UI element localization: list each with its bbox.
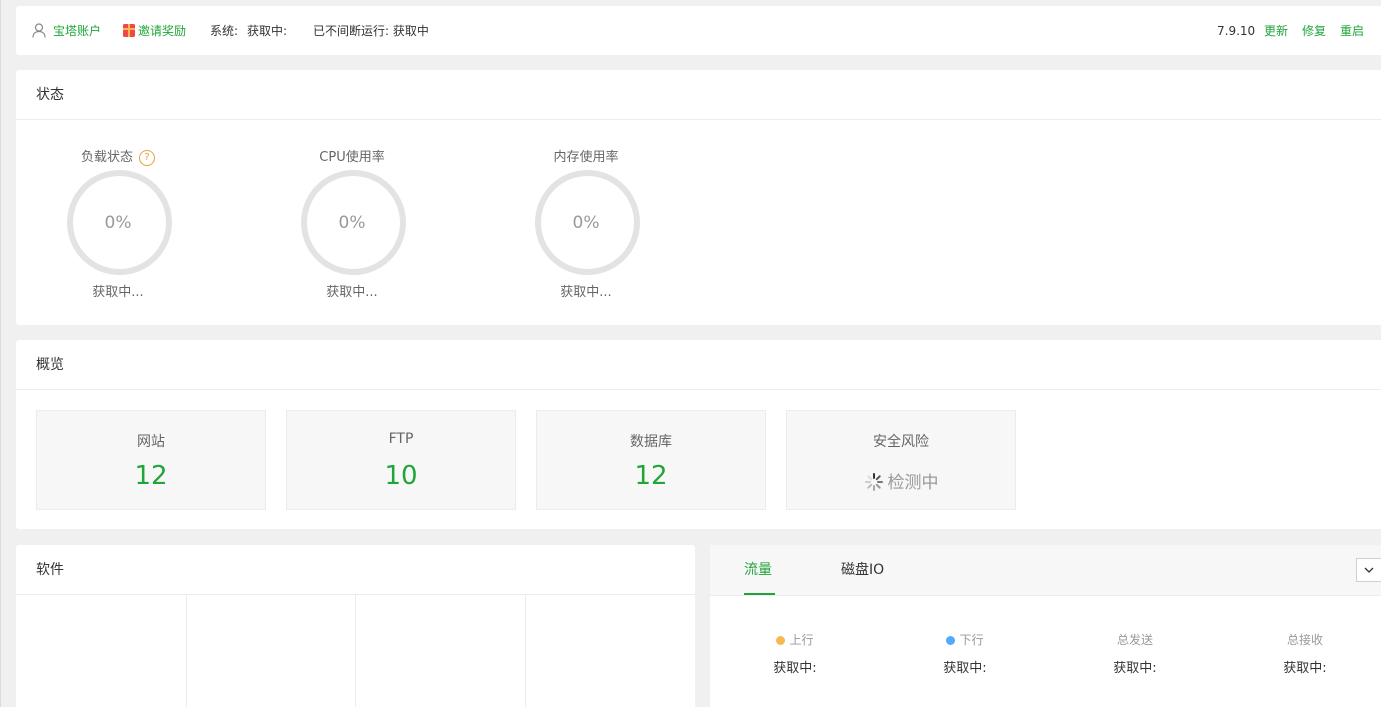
- upload-dot-icon: [776, 636, 786, 645]
- version-number: 7.9.10: [1217, 24, 1256, 38]
- status-panel-title: 状态: [16, 70, 1381, 120]
- security-risk-status-row: 检测中: [787, 468, 1015, 493]
- restart-link[interactable]: 重启: [1340, 6, 1364, 55]
- cpu-gauge-label: CPU使用率: [319, 150, 385, 165]
- system-label: 系统:: [210, 24, 239, 38]
- help-icon[interactable]: ?: [139, 150, 155, 166]
- status-panel: 状态 负载状态? 0% 获取中... CPU使用率 0% 获取中... 内存使用…: [16, 70, 1381, 325]
- website-count[interactable]: 12: [37, 461, 265, 491]
- left-edge-divider: [0, 0, 1, 707]
- total-sent-value: 获取中:: [1113, 661, 1157, 676]
- update-link[interactable]: 更新: [1264, 6, 1288, 55]
- repair-link[interactable]: 修复: [1302, 6, 1326, 55]
- tab-traffic[interactable]: 流量: [744, 545, 775, 595]
- tab-disk-io[interactable]: 磁盘IO: [841, 545, 884, 595]
- traffic-panel: 流量 磁盘IO 上行 获取中: 下行 获取中: 总发送 获取中: 总接收 获取中…: [710, 545, 1381, 707]
- load-gauge-label: 负载状态: [80, 150, 133, 165]
- download-dot-icon: [946, 636, 956, 645]
- user-icon: [32, 23, 46, 38]
- security-risk-card[interactable]: 安全风险 检测中: [786, 410, 1016, 510]
- uptime-text: 已不间断运行: 获取中: [313, 24, 429, 38]
- chevron-down-icon: [1364, 567, 1374, 573]
- upload-label-row: 上行: [735, 631, 855, 648]
- load-gauge-status: 获取中...: [92, 285, 144, 300]
- security-risk-label: 安全风险: [873, 434, 929, 450]
- load-gauge-value: 0%: [104, 213, 132, 233]
- software-panel: 软件: [16, 545, 695, 707]
- memory-gauge-value: 0%: [572, 213, 600, 233]
- database-card-label: 数据库: [630, 434, 672, 450]
- ftp-count[interactable]: 10: [287, 461, 515, 491]
- website-card-label: 网站: [137, 434, 165, 450]
- traffic-tabs-bar: [710, 545, 1381, 596]
- database-card[interactable]: 数据库 12: [536, 410, 766, 510]
- cpu-gauge-value: 0%: [338, 213, 366, 233]
- memory-gauge-label: 内存使用率: [553, 150, 619, 165]
- overview-panel: 概览 网站 12 FTP 10 数据库 12 安全风险 检测中: [16, 340, 1381, 529]
- software-panel-title: 软件: [16, 545, 695, 595]
- total-received-label: 总接收: [1286, 633, 1323, 647]
- website-card[interactable]: 网站 12: [36, 410, 266, 510]
- top-status-bar: 宝塔账户 邀请奖励 系统: 获取中: 已不间断运行: 获取中 7.9.10 更新…: [16, 6, 1381, 55]
- overview-panel-title: 概览: [16, 340, 1381, 390]
- software-grid-divider: [186, 595, 187, 707]
- account-link[interactable]: 宝塔账户: [53, 6, 101, 55]
- download-label-row: 下行: [905, 631, 1025, 648]
- download-label: 下行: [959, 633, 984, 647]
- ftp-card[interactable]: FTP 10: [286, 410, 516, 510]
- software-grid-divider: [355, 595, 356, 707]
- database-count[interactable]: 12: [537, 461, 765, 491]
- network-interface-select[interactable]: [1356, 558, 1381, 582]
- upload-label: 上行: [789, 633, 814, 647]
- gift-icon: [123, 24, 135, 37]
- system-value: 获取中:: [247, 24, 288, 38]
- upload-value: 获取中:: [773, 661, 817, 676]
- software-grid: [16, 595, 695, 707]
- security-risk-status: 检测中: [887, 473, 939, 493]
- ftp-card-label: FTP: [388, 431, 414, 447]
- cpu-gauge-status: 获取中...: [326, 285, 378, 300]
- load-gauge-label-row: 负载状态?: [58, 146, 178, 166]
- loading-spinner-icon: [864, 473, 883, 491]
- software-grid-divider: [525, 595, 526, 707]
- invite-reward-link[interactable]: 邀请奖励: [138, 6, 186, 55]
- total-sent-label: 总发送: [1116, 633, 1153, 647]
- total-received-value: 获取中:: [1283, 661, 1327, 676]
- memory-gauge-status: 获取中...: [560, 285, 612, 300]
- download-value: 获取中:: [943, 661, 987, 676]
